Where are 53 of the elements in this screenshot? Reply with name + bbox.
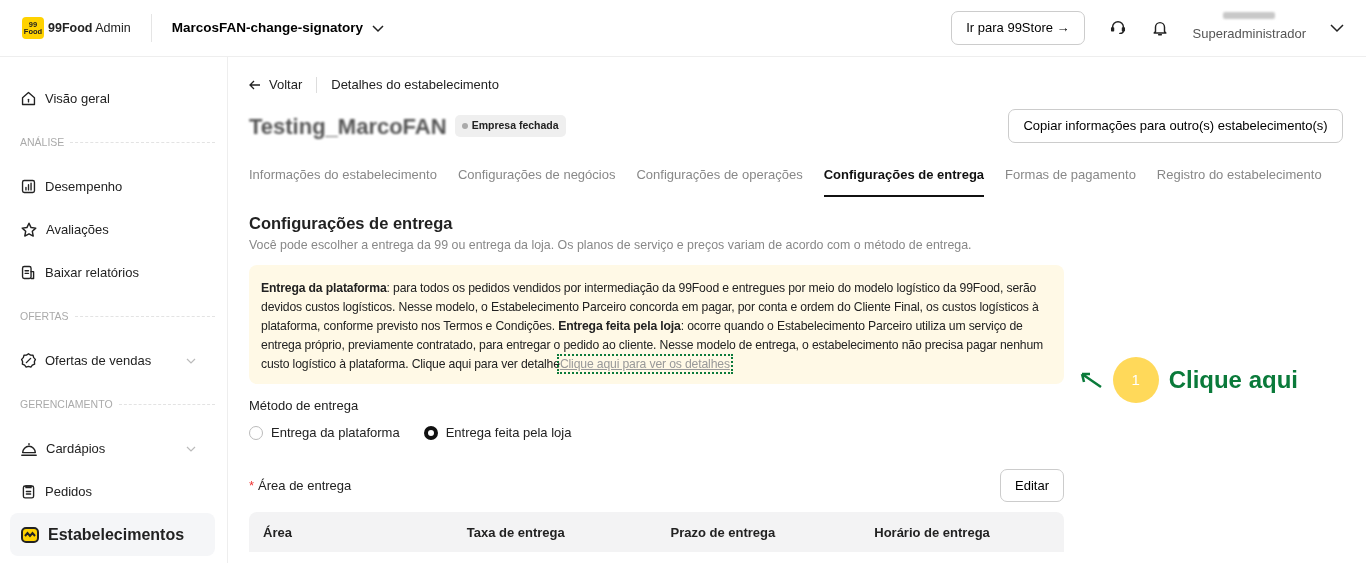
- annotation-label: Clique aqui: [1168, 365, 1298, 395]
- radio-button[interactable]: [423, 426, 438, 441]
- tab[interactable]: Configurações de negócios: [457, 159, 616, 197]
- column-header: Prazo de entrega: [669, 523, 777, 542]
- radio-option[interactable]: Entrega da plataforma: [249, 423, 400, 443]
- required-mark: *: [249, 476, 255, 495]
- chart-icon: [20, 178, 37, 195]
- back-arrow-icon: [249, 80, 261, 90]
- field-label: Área de entrega: [258, 476, 352, 495]
- clipboard-icon: [20, 483, 37, 500]
- tab[interactable]: Registro do estabelecimento: [1156, 159, 1322, 197]
- document-icon: [20, 264, 37, 281]
- section-heading: OFERTAS: [20, 308, 69, 324]
- status-badge: Empresa fechada: [454, 115, 566, 137]
- support-icon[interactable]: [1108, 19, 1127, 37]
- back-link[interactable]: Voltar: [249, 75, 303, 95]
- sidebar-item[interactable]: Cardápios: [10, 427, 215, 470]
- column-header: Taxa de entrega: [465, 523, 566, 542]
- blurred-user-name: [1223, 12, 1276, 20]
- star-icon: [20, 220, 38, 239]
- annotation-arrow-icon: [1078, 371, 1103, 389]
- sidebar-item[interactable]: Avaliações: [10, 208, 215, 251]
- section-heading: ANÁLISE: [20, 134, 65, 150]
- section-title: Configurações de entrega: [249, 212, 454, 234]
- chevron-down-icon[interactable]: [1330, 21, 1344, 35]
- section-heading: GERENCIAMENTO: [20, 396, 113, 412]
- field-label: Método de entrega: [249, 396, 360, 415]
- column-header: Área: [262, 523, 293, 542]
- sidebar-item[interactable]: Ofertas de vendas: [10, 339, 215, 382]
- edit-button[interactable]: Editar: [1000, 468, 1064, 503]
- copy-info-button[interactable]: Copiar informações para outro(s) estabelecimento(s): [1008, 109, 1343, 143]
- sidebar-item[interactable]: Baixar relatórios: [10, 251, 215, 294]
- sidebar-item[interactable]: Estabelecimentos: [10, 513, 215, 556]
- tab[interactable]: Configurações de operações: [636, 159, 803, 197]
- sidebar-item[interactable]: Visão geral: [10, 77, 215, 120]
- tab[interactable]: Configurações de entrega: [823, 159, 985, 197]
- store-link-button[interactable]: Ir para 99Store →: [951, 11, 1085, 45]
- user-role: Superadministrador: [1192, 25, 1306, 44]
- notice-text: Entrega da plataforma: para todos os pedidos vendidos por intermediação da 99Food e entregues por meio do modelo logístico da 99Food, serão devidos custos logísticos. Nesse modelo, o Estabelecimento Parceiro concorda em pagar, por conta e ordem do Cliente Final, os custos logísticos à plataforma, conforme previsto nos Termos e Condições. Entrega feita pela loja: ocorre quando o Estabelecimento Parceiro utiliza um serviço de entrega próprio, previamente contratado, para entregar o pedido ao cliente. Nesse modelo de entrega, o estabelecimento não precisa pagar nenhum custo logístico à plataforma. Clique aqui para ver detalheClique aqui para ver os detalhes: [261, 280, 1044, 371]
- store-name: Testing_MarcoFAN: [249, 112, 447, 141]
- step-number: 1: [1112, 357, 1159, 403]
- radio-option[interactable]: Entrega feita pela loja: [423, 423, 572, 443]
- sidebar-item[interactable]: Pedidos: [10, 470, 215, 513]
- tab[interactable]: Formas de pagamento: [1005, 159, 1136, 197]
- section-description: Você pode escolher a entrega da 99 ou entrega da loja. Os planos de serviço e preços variam de acordo com o método de entrega.: [249, 237, 973, 255]
- discount-icon: [20, 352, 37, 369]
- page-breadcrumb: Detalhes do estabelecimento: [331, 76, 499, 95]
- brand-name: 99Food Admin: [48, 19, 131, 37]
- sidebar-item[interactable]: Desempenho: [10, 165, 215, 208]
- column-header: Horário de entrega: [873, 523, 991, 542]
- home-icon: [20, 90, 37, 107]
- store-icon: [20, 524, 40, 545]
- tab[interactable]: Informações do estabelecimento: [249, 159, 437, 197]
